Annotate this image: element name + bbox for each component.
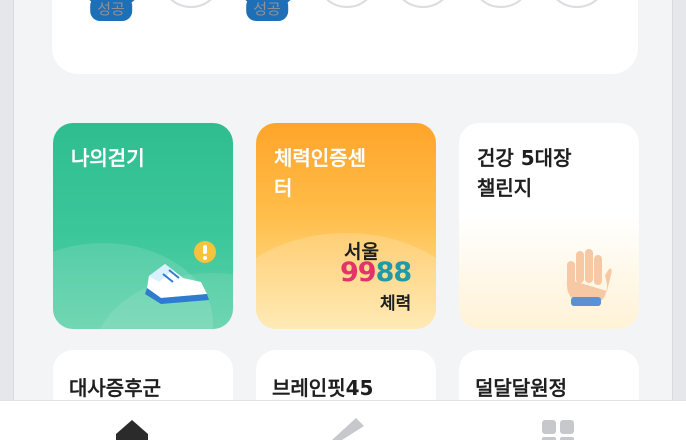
pencil-icon[interactable] [326, 414, 366, 440]
day-tue[interactable]: 화 [160, 0, 222, 8]
seoul-9988-logo: 서울 9988 체력 [340, 237, 430, 317]
success-badge: 성공 [246, 0, 288, 21]
weekly-status-card: 성공 화 성공 목 금 토 일 [52, 0, 638, 74]
logo-digits-a: 99 [340, 257, 377, 288]
day-sun[interactable]: 일 [546, 0, 608, 8]
tile-title: 나의걷기 [71, 146, 145, 170]
logo-text-bottom: 체력 [380, 294, 412, 314]
tile-title: 건강 5대장 챌린지 [477, 146, 572, 200]
day-thu[interactable]: 목 [316, 0, 378, 8]
screen-frame-left [0, 0, 14, 440]
tile-title: 덜달달원정 [475, 376, 567, 400]
home-icon[interactable] [114, 418, 150, 440]
day-1-success[interactable]: 성공 [80, 0, 142, 21]
day-sat[interactable]: 토 [470, 0, 532, 8]
tile-title: 대사증후군 [69, 376, 161, 400]
screen-frame-right [672, 0, 686, 440]
tile-health-challenge[interactable]: 건강 5대장 챌린지 [459, 123, 639, 329]
tile-title: 체력인증센 터 [274, 146, 366, 200]
grid-icon[interactable] [540, 416, 576, 440]
logo-digits-b: 88 [375, 257, 413, 288]
bottom-navigation [0, 400, 686, 440]
logo-digits: 9988 [340, 257, 413, 288]
success-badge: 성공 [90, 0, 132, 21]
tile-my-walking[interactable]: 나의걷기 [53, 123, 233, 329]
raised-hand-icon [566, 249, 612, 306]
sneaker-icon [145, 241, 216, 304]
tile-title: 브레인핏45 [272, 376, 374, 400]
day-3-success[interactable]: 성공 [236, 0, 298, 21]
day-fri[interactable]: 금 [392, 0, 454, 8]
